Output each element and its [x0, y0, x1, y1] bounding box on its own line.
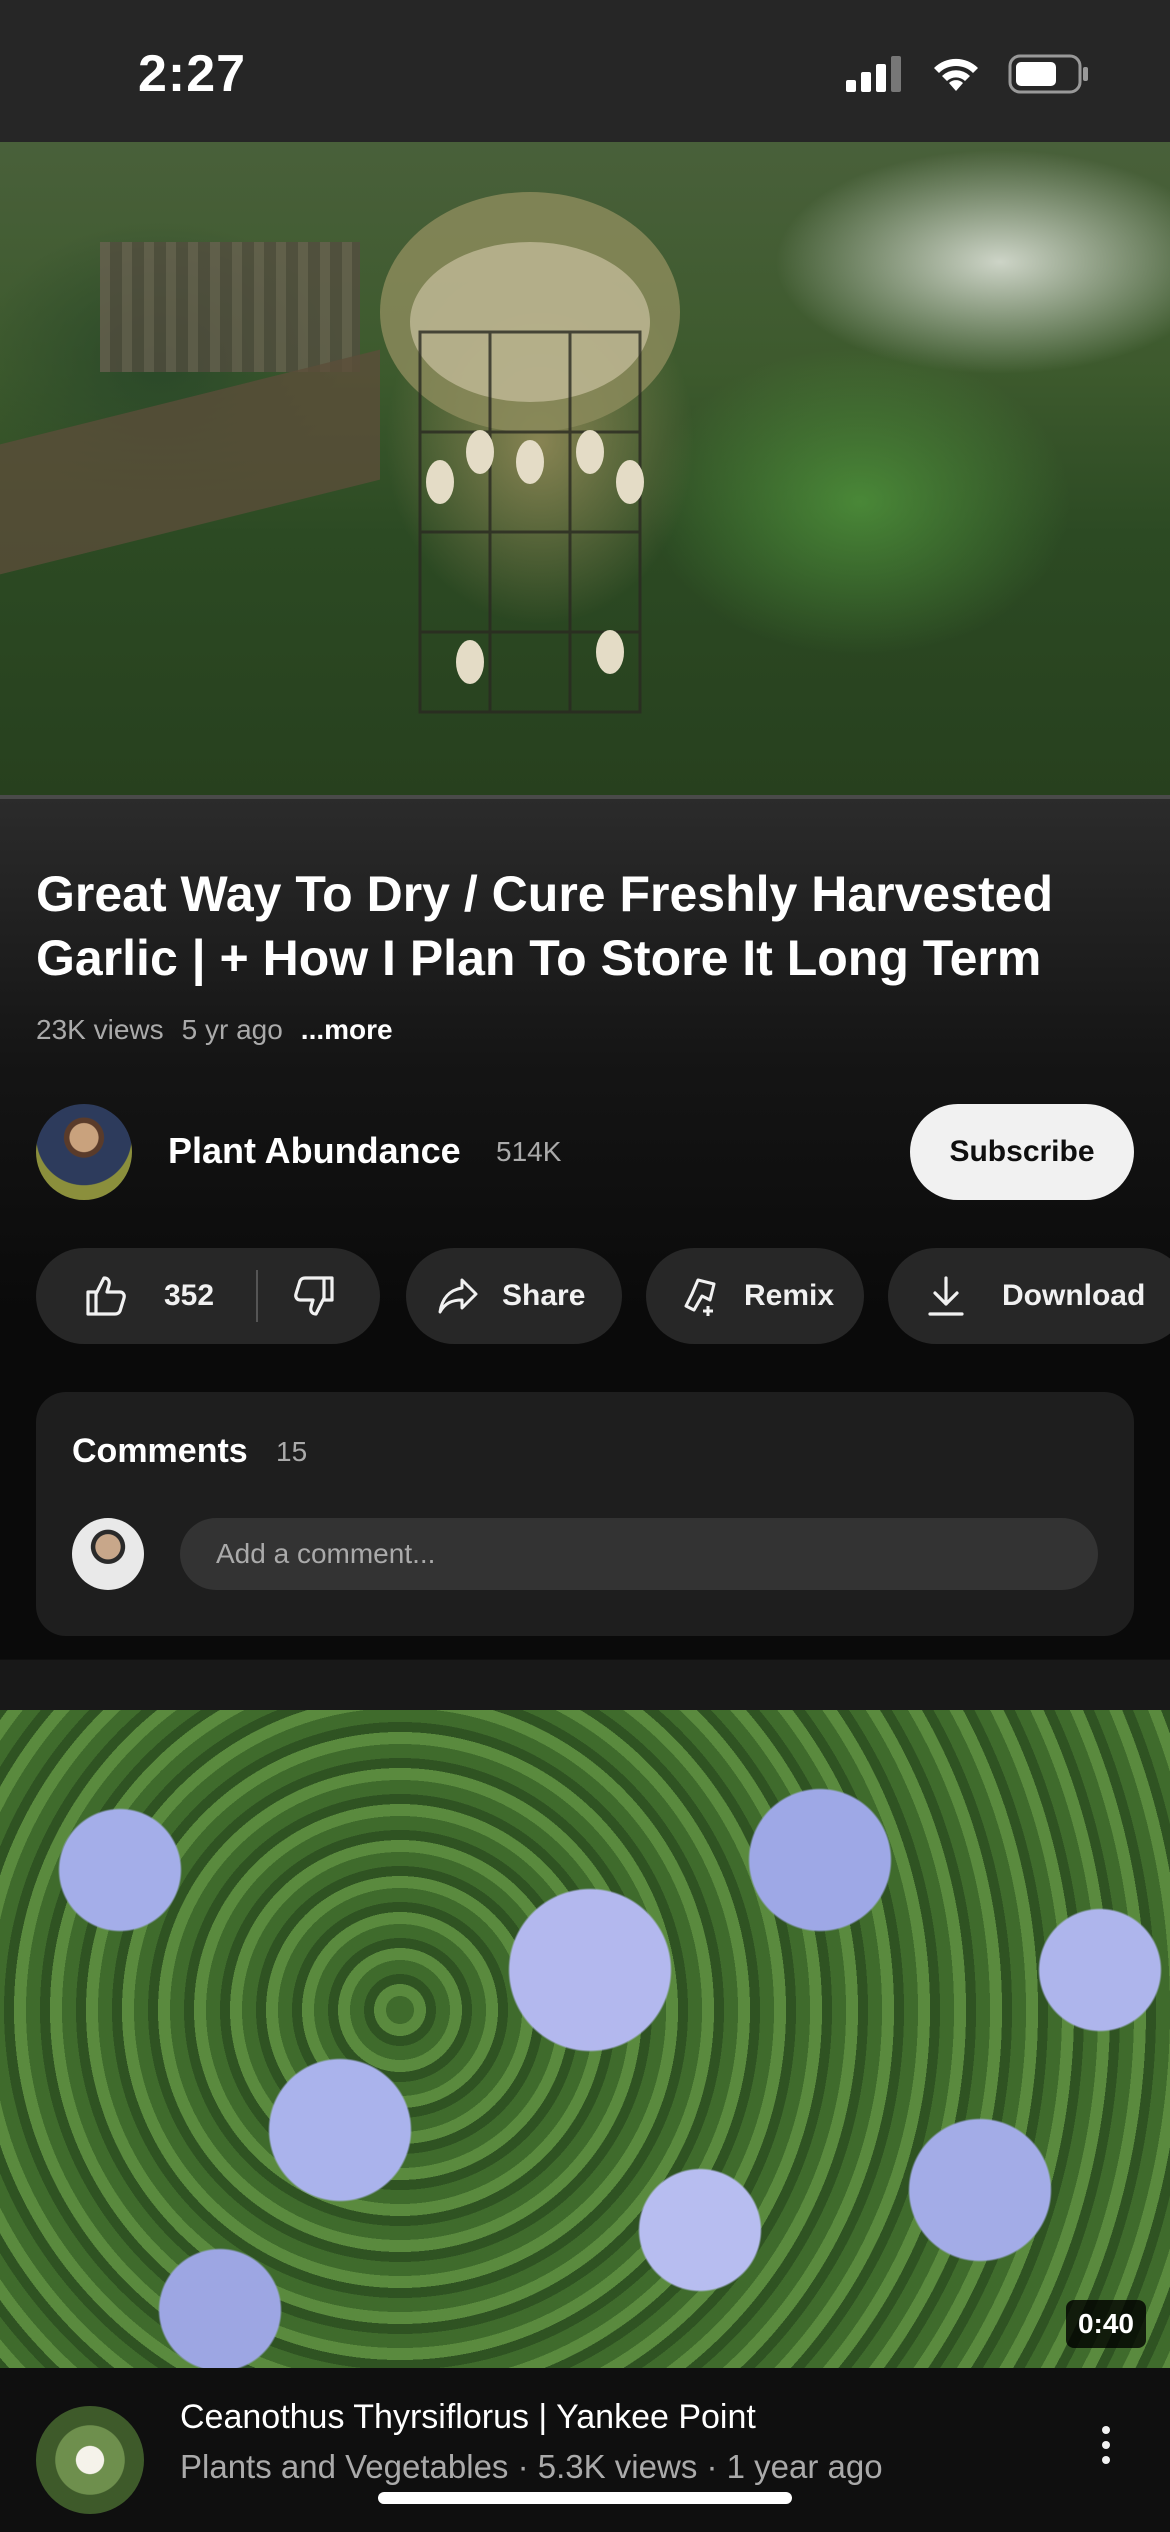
video-duration: 0:40 — [1065, 2300, 1146, 2348]
comments-count: 15 — [276, 1436, 308, 1467]
channel-row: Plant Abundance 514K Subscribe — [36, 1104, 1134, 1200]
thumbs-up-icon — [86, 1276, 126, 1316]
next-video-info[interactable]: Ceanothus Thyrsiflorus | Yankee Point Pl… — [0, 2368, 1170, 2532]
like-dislike-pill: 352 — [36, 1248, 380, 1344]
remix-label: Remix — [744, 1279, 835, 1312]
action-bar: 352 Share Remix Download — [36, 1248, 1170, 1344]
share-icon — [438, 1278, 478, 1314]
status-time: 2:27 — [138, 45, 247, 103]
like-count: 352 — [164, 1279, 215, 1312]
battery-icon — [1008, 54, 1088, 94]
video-frame-garlic — [380, 192, 680, 714]
cellular-signal-icon — [846, 56, 901, 92]
remix-button[interactable]: Remix — [646, 1248, 864, 1344]
next-video-meta: Plants and Vegetables · 5.3K views · 1 y… — [180, 2448, 883, 2485]
download-label: Download — [1002, 1279, 1146, 1312]
next-channel-avatar[interactable] — [36, 2406, 144, 2514]
dislike-button[interactable] — [290, 1272, 338, 1328]
comments-panel[interactable]: Comments 15 Add a comment... — [36, 1392, 1134, 1636]
wifi-icon — [934, 58, 978, 91]
next-video-title[interactable]: Ceanothus Thyrsiflorus | Yankee Point — [180, 2398, 756, 2437]
comment-input[interactable]: Add a comment... — [180, 1518, 1098, 1590]
download-button[interactable]: Download — [888, 1248, 1170, 1344]
user-avatar — [72, 1518, 144, 1590]
video-frame-detail — [0, 349, 380, 585]
next-video-thumbnail[interactable]: 0:40 — [0, 1710, 1170, 2368]
remix-icon — [684, 1278, 716, 1316]
subscriber-count: 514K — [496, 1136, 562, 1167]
section-divider — [0, 1660, 1170, 1710]
home-indicator[interactable] — [378, 2492, 792, 2504]
kebab-dot — [1102, 2441, 1110, 2449]
more-options-icon[interactable] — [1102, 2426, 1114, 2464]
view-count: 23K views — [36, 1014, 164, 1045]
share-button[interactable]: Share — [406, 1248, 622, 1344]
channel-avatar[interactable] — [36, 1104, 132, 1200]
kebab-dot — [1102, 2456, 1110, 2464]
download-icon — [928, 1276, 964, 1316]
like-button[interactable]: 352 — [36, 1248, 214, 1344]
status-bar: 2:27 — [0, 0, 1170, 142]
channel-name[interactable]: Plant Abundance — [168, 1130, 461, 1172]
status-icons — [846, 54, 1090, 94]
comments-title: Comments — [72, 1432, 248, 1470]
video-title[interactable]: Great Way To Dry / Cure Freshly Harveste… — [36, 862, 1146, 990]
subscribe-button[interactable]: Subscribe — [910, 1104, 1134, 1200]
share-label: Share — [502, 1279, 586, 1312]
more-link[interactable]: ...more — [301, 1014, 393, 1046]
thumbs-down-icon — [294, 1276, 334, 1316]
upload-age: 5 yr ago — [181, 1014, 283, 1045]
kebab-dot — [1102, 2426, 1110, 2434]
video-player[interactable] — [0, 142, 1170, 797]
video-frame-detail — [100, 242, 360, 372]
video-meta[interactable]: 23K views 5 yr ago ...more — [36, 1014, 393, 1046]
like-divider — [256, 1270, 258, 1322]
